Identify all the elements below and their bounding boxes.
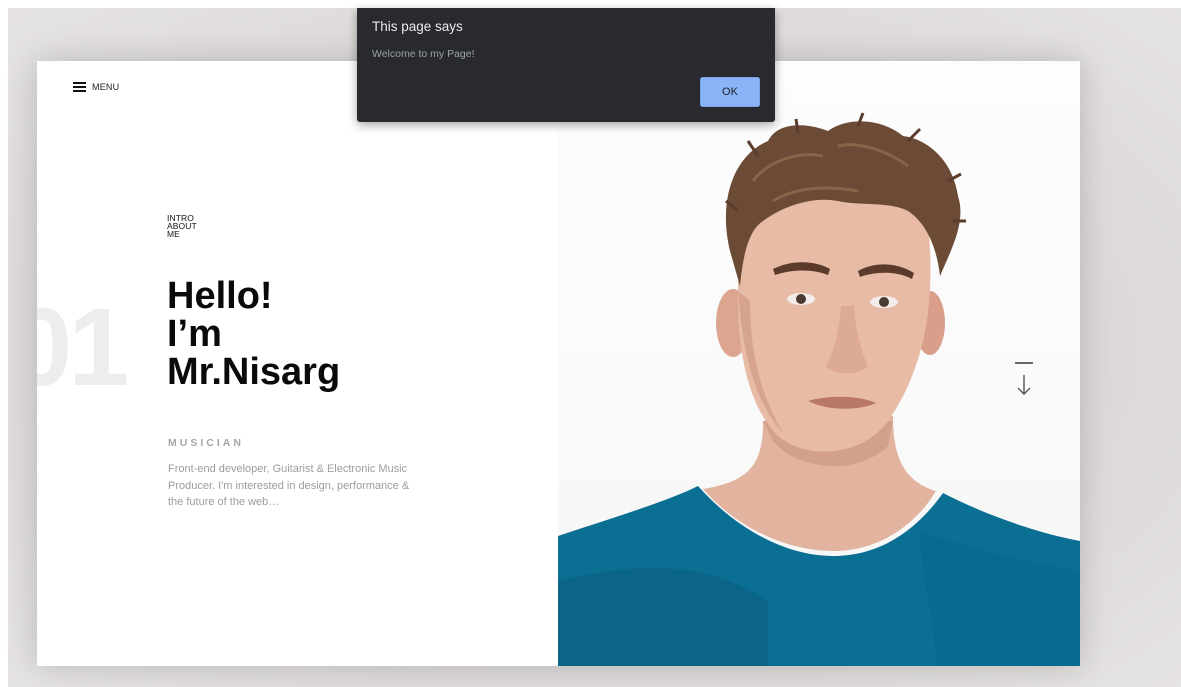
- intro-label: INTRO ABOUT ME: [167, 213, 197, 239]
- menu-button[interactable]: MENU: [73, 81, 119, 93]
- portrait-photo: [558, 61, 1080, 666]
- portfolio-page: MENU 01 INTRO ABOUT ME Hello! I’m Mr.Nis…: [37, 61, 1080, 666]
- bio-text: Front-end developer, Guitarist & Electro…: [168, 463, 410, 508]
- hamburger-icon: [73, 82, 86, 92]
- hero-title-line: I’m: [167, 313, 222, 355]
- scroll-line: [1015, 362, 1033, 364]
- menu-label: MENU: [92, 82, 120, 92]
- dialog-title: This page says: [372, 19, 463, 34]
- section-number: 01: [37, 286, 129, 409]
- hero-title-line: Hello!: [167, 275, 273, 317]
- ok-button[interactable]: OK: [700, 77, 760, 107]
- portrait-illustration: [558, 112, 1080, 666]
- hero-title-line: Mr.Nisarg: [167, 351, 341, 393]
- arrow-down-icon: [1017, 375, 1031, 395]
- role-label: MUSICIAN: [168, 437, 244, 449]
- scroll-down-button[interactable]: [1014, 361, 1034, 401]
- dialog-message: Welcome to my Page!: [372, 48, 475, 60]
- hero-title: Hello! I’m Mr.Nisarg: [167, 277, 467, 391]
- alert-dialog: This page says Welcome to my Page! OK: [357, 8, 775, 122]
